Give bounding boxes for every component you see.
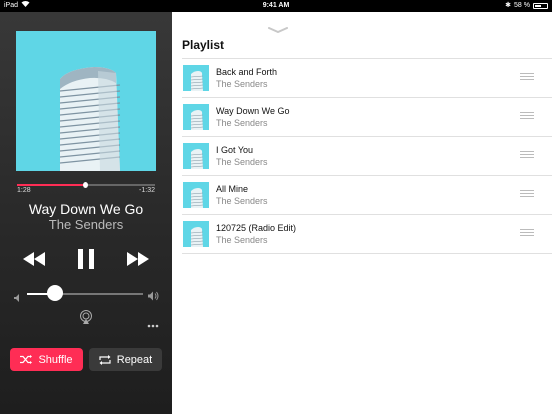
album-artwork [16, 31, 156, 171]
track-title: Way Down We Go [216, 106, 290, 116]
remaining-time: -1:32 [139, 187, 155, 194]
reorder-handle-icon[interactable] [520, 73, 534, 82]
fast-forward-button[interactable] [127, 252, 149, 271]
track-thumbnail [183, 143, 209, 169]
reorder-handle-icon[interactable] [520, 229, 534, 238]
progress-slider[interactable] [17, 182, 155, 188]
status-bar: iPad 9:41 AM ✱ 58 % [0, 0, 552, 12]
progress-knob[interactable] [82, 182, 88, 188]
song-title: Way Down We Go [28, 201, 144, 217]
playlist-list: Back and Forth The Senders Way Down We G… [172, 58, 552, 254]
track-title: 120725 (Radio Edit) [216, 223, 297, 233]
track-artist: The Senders [216, 118, 268, 128]
rewind-button[interactable] [23, 252, 45, 271]
shuffle-icon [20, 355, 33, 364]
volume-high-icon [148, 288, 159, 306]
track-thumbnail [183, 182, 209, 208]
volume-slider[interactable] [27, 293, 143, 295]
track-thumbnail [183, 104, 209, 130]
fast-forward-icon [127, 252, 149, 266]
repeat-button[interactable]: Repeat [89, 348, 162, 371]
elapsed-time: 1:28 [17, 187, 31, 194]
volume-knob[interactable] [46, 285, 63, 301]
airplay-icon [80, 310, 92, 324]
reorder-handle-icon[interactable] [520, 112, 534, 121]
shuffle-button[interactable]: Shuffle [10, 348, 83, 371]
playlist-row[interactable]: Back and Forth The Senders [182, 58, 552, 98]
track-artist: The Senders [216, 79, 268, 89]
pause-icon [78, 249, 94, 269]
track-artist: The Senders [216, 235, 268, 245]
playlist-row[interactable]: Way Down We Go The Senders [182, 98, 552, 137]
more-options-button[interactable] [147, 315, 159, 333]
playlist-row[interactable]: All Mine The Senders [182, 176, 552, 215]
track-thumbnail [183, 65, 209, 91]
battery-icon [533, 3, 548, 9]
collapse-chevron-button[interactable] [268, 20, 288, 38]
now-playing-panel: 1:28 -1:32 Way Down We Go The Senders Sh… [0, 12, 172, 414]
track-artist: The Senders [216, 157, 268, 167]
repeat-icon [99, 354, 111, 365]
track-title: Back and Forth [216, 67, 278, 77]
track-title: I Got You [216, 145, 254, 155]
battery-percent: 58 % [514, 2, 530, 9]
shuffle-label: Shuffle [38, 353, 73, 366]
repeat-label: Repeat [116, 353, 153, 366]
track-thumbnail [183, 221, 209, 247]
track-title: All Mine [216, 184, 249, 194]
more-icon [147, 324, 159, 328]
song-artist: The Senders [48, 217, 124, 232]
volume-low-icon [14, 289, 21, 307]
progress-fill [17, 184, 85, 186]
airplay-button[interactable] [79, 310, 93, 329]
track-artist: The Senders [216, 196, 268, 206]
status-time: 9:41 AM [262, 2, 290, 9]
pause-button[interactable] [78, 249, 94, 274]
bluetooth-icon: ✱ [505, 2, 512, 9]
rewind-icon [23, 252, 45, 266]
playlist-title: Playlist [182, 38, 225, 52]
playlist-panel: Playlist Back and Forth The Senders Way … [172, 12, 552, 414]
playlist-row[interactable]: 120725 (Radio Edit) The Senders [182, 215, 552, 254]
chevron-down-icon [268, 27, 288, 34]
playlist-row[interactable]: I Got You The Senders [182, 137, 552, 176]
reorder-handle-icon[interactable] [520, 151, 534, 160]
reorder-handle-icon[interactable] [520, 190, 534, 199]
